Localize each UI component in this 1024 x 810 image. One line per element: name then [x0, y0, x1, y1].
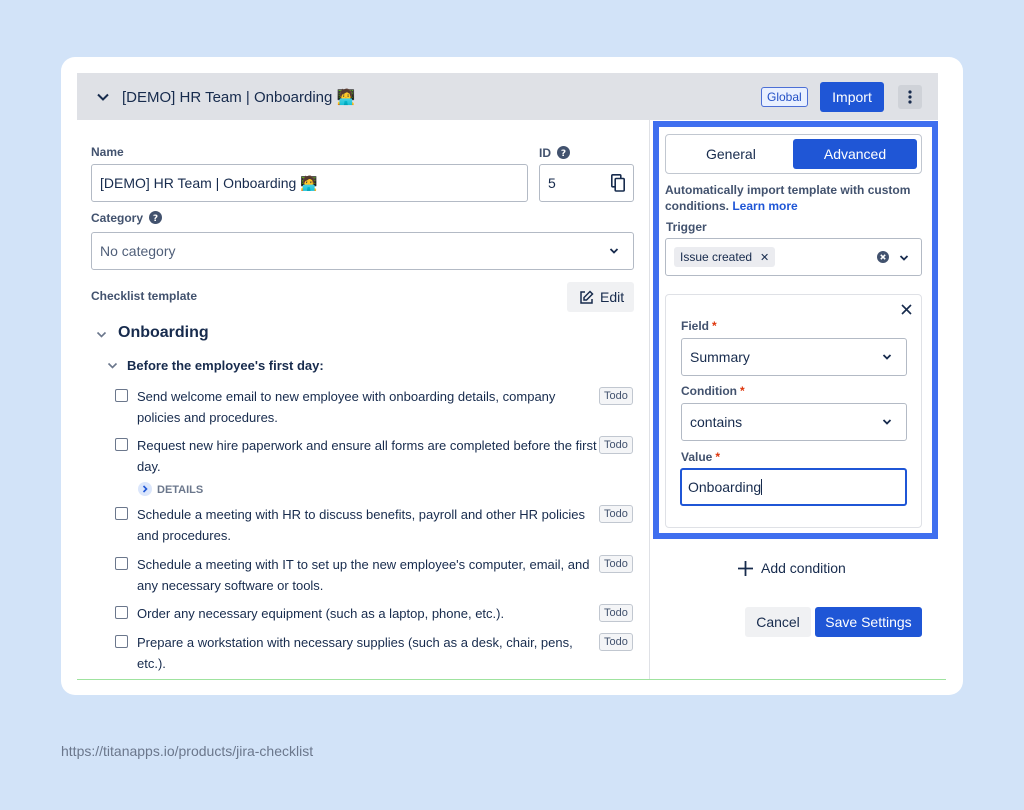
chevron-down-icon[interactable]: [96, 329, 107, 340]
global-badge: Global: [761, 87, 808, 107]
checklist-item-text: Schedule a meeting with IT to set up the…: [137, 557, 590, 593]
template-title: [DEMO] HR Team | Onboarding 🧑‍💻: [122, 89, 356, 106]
required-marker: *: [739, 384, 745, 398]
status-badge[interactable]: Todo: [599, 555, 633, 573]
copy-icon[interactable]: [611, 174, 625, 192]
id-input[interactable]: 5: [539, 164, 634, 202]
checklist-subsection-title: Before the employee's first day:: [127, 358, 324, 373]
required-marker: *: [715, 450, 721, 464]
more-options-button[interactable]: [898, 85, 922, 109]
help-icon[interactable]: ?: [149, 211, 163, 224]
checklist-item: Order any necessary equipment (such as a…: [115, 603, 640, 625]
value-text: Onboarding: [688, 479, 762, 495]
add-condition-label: Add condition: [761, 560, 846, 576]
svg-text:?: ?: [153, 214, 158, 224]
name-label: Name: [91, 145, 124, 159]
status-badge[interactable]: Todo: [599, 633, 633, 651]
category-select[interactable]: No category: [91, 232, 634, 270]
category-value: No category: [100, 243, 176, 259]
condition-select[interactable]: contains: [681, 403, 907, 441]
checklist-item-text: Prepare a workstation with necessary sup…: [137, 635, 573, 671]
checklist-item-text: Send welcome email to new employee with …: [137, 389, 556, 425]
id-label-text: ID: [539, 146, 551, 160]
clear-icon[interactable]: [877, 251, 889, 263]
learn-more-link[interactable]: Learn more: [732, 199, 797, 213]
chevron-right-icon: [138, 482, 152, 496]
checklist-item-checkbox[interactable]: [115, 507, 128, 520]
field-label: Field *: [681, 319, 717, 333]
field-value: Summary: [690, 349, 750, 365]
field-label-text: Field: [681, 319, 710, 333]
checklist-item-checkbox[interactable]: [115, 635, 128, 648]
condition-value: contains: [690, 414, 743, 430]
chevron-down-icon: [882, 419, 892, 425]
edit-icon: [580, 290, 594, 304]
category-label-text: Category: [91, 211, 144, 225]
auto-import-description: Automatically import template with custo…: [665, 182, 925, 214]
checklist-item-checkbox[interactable]: [115, 557, 128, 570]
trigger-chip: Issue created ✕: [674, 247, 776, 267]
status-badge[interactable]: Todo: [599, 505, 633, 523]
condition-label: Condition *: [681, 384, 745, 398]
category-label: Category ?: [91, 211, 163, 225]
value-label-text: Value: [681, 450, 713, 464]
field-select[interactable]: Summary: [681, 338, 907, 376]
bottom-divider: [77, 679, 946, 680]
cancel-button[interactable]: Cancel: [745, 607, 811, 637]
tab-advanced[interactable]: Advanced: [793, 139, 917, 169]
details-label: DETAILS: [157, 484, 204, 496]
close-icon[interactable]: [901, 304, 912, 315]
import-button[interactable]: Import: [820, 82, 884, 112]
status-badge[interactable]: Todo: [599, 387, 633, 405]
checklist-item-text: Order any necessary equipment (such as a…: [137, 606, 505, 621]
checklist-item-checkbox[interactable]: [115, 606, 128, 619]
source-url: https://titanapps.io/products/jira-check…: [61, 743, 314, 759]
checklist-item: Request new hire paperwork and ensure al…: [115, 435, 640, 477]
edit-label: Edit: [600, 289, 625, 305]
value-label: Value *: [681, 450, 720, 464]
id-label: ID ?: [539, 146, 571, 160]
svg-text:?: ?: [561, 149, 566, 159]
chevron-down-icon: [899, 255, 909, 261]
required-marker: *: [712, 319, 717, 333]
save-settings-button[interactable]: Save Settings: [815, 607, 922, 637]
edit-button[interactable]: Edit: [567, 282, 634, 312]
remove-chip-icon[interactable]: ✕: [760, 252, 769, 264]
checklist-item: Prepare a workstation with necessary sup…: [115, 632, 640, 674]
chevron-down-icon[interactable]: [107, 360, 118, 371]
more-vertical-icon: [908, 90, 912, 104]
checklist-item: Schedule a meeting with IT to set up the…: [115, 554, 640, 596]
help-icon[interactable]: ?: [557, 146, 571, 159]
condition-label-text: Condition: [681, 384, 737, 398]
checklist-item: Send welcome email to new employee with …: [115, 386, 640, 428]
status-badge[interactable]: Todo: [599, 604, 633, 622]
id-value: 5: [548, 175, 556, 191]
checklist-item-checkbox[interactable]: [115, 438, 128, 451]
text-cursor: [761, 479, 763, 495]
checklist-section-title: Onboarding: [118, 324, 209, 341]
details-toggle[interactable]: DETAILS: [138, 482, 203, 496]
trigger-chip-label: Issue created: [680, 250, 753, 264]
checklist-template-label: Checklist template: [91, 289, 198, 303]
chevron-down-icon: [882, 354, 892, 360]
plus-icon: [738, 561, 753, 576]
checklist-item: Schedule a meeting with HR to discuss be…: [115, 504, 640, 546]
chevron-down-icon: [609, 248, 619, 254]
trigger-label: Trigger: [666, 220, 707, 234]
checklist-item-text: Request new hire paperwork and ensure al…: [137, 438, 597, 474]
name-input[interactable]: [DEMO] HR Team | Onboarding 🧑‍💻: [91, 164, 528, 202]
chevron-down-icon[interactable]: [96, 90, 110, 104]
tab-general[interactable]: General: [706, 146, 756, 162]
checklist-item-checkbox[interactable]: [115, 389, 128, 402]
checklist-item-text: Schedule a meeting with HR to discuss be…: [137, 507, 586, 543]
value-input[interactable]: Onboarding: [680, 468, 907, 506]
status-badge[interactable]: Todo: [599, 436, 633, 454]
panel-divider: [649, 120, 650, 680]
